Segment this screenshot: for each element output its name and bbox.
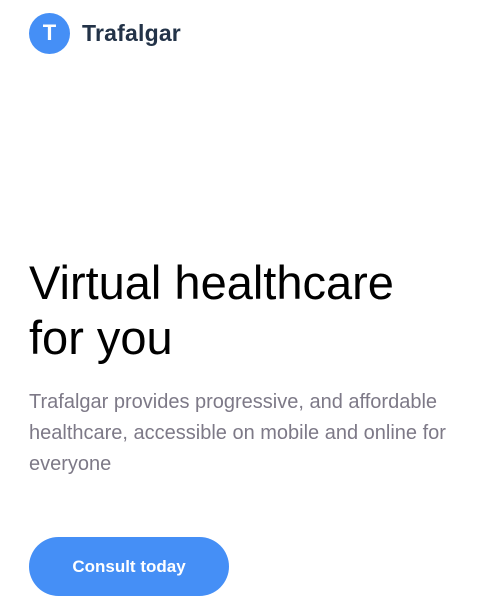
site-header: T Trafalgar <box>29 12 181 54</box>
consult-today-button[interactable]: Consult today <box>29 537 229 596</box>
landing-page: T Trafalgar Virtual healthcare for you T… <box>0 0 480 609</box>
hero-section: Virtual healthcare for you Trafalgar pro… <box>29 255 469 480</box>
brand-name[interactable]: Trafalgar <box>82 20 181 47</box>
logo-letter: T <box>42 20 57 45</box>
hero-title-line-1: Virtual healthcare <box>29 256 394 309</box>
hero-title: Virtual healthcare for you <box>29 255 469 365</box>
hero-title-line-2: for you <box>29 311 173 364</box>
hero-description: Trafalgar provides progressive, and affo… <box>29 391 446 475</box>
logo-icon[interactable]: T <box>29 12 70 54</box>
